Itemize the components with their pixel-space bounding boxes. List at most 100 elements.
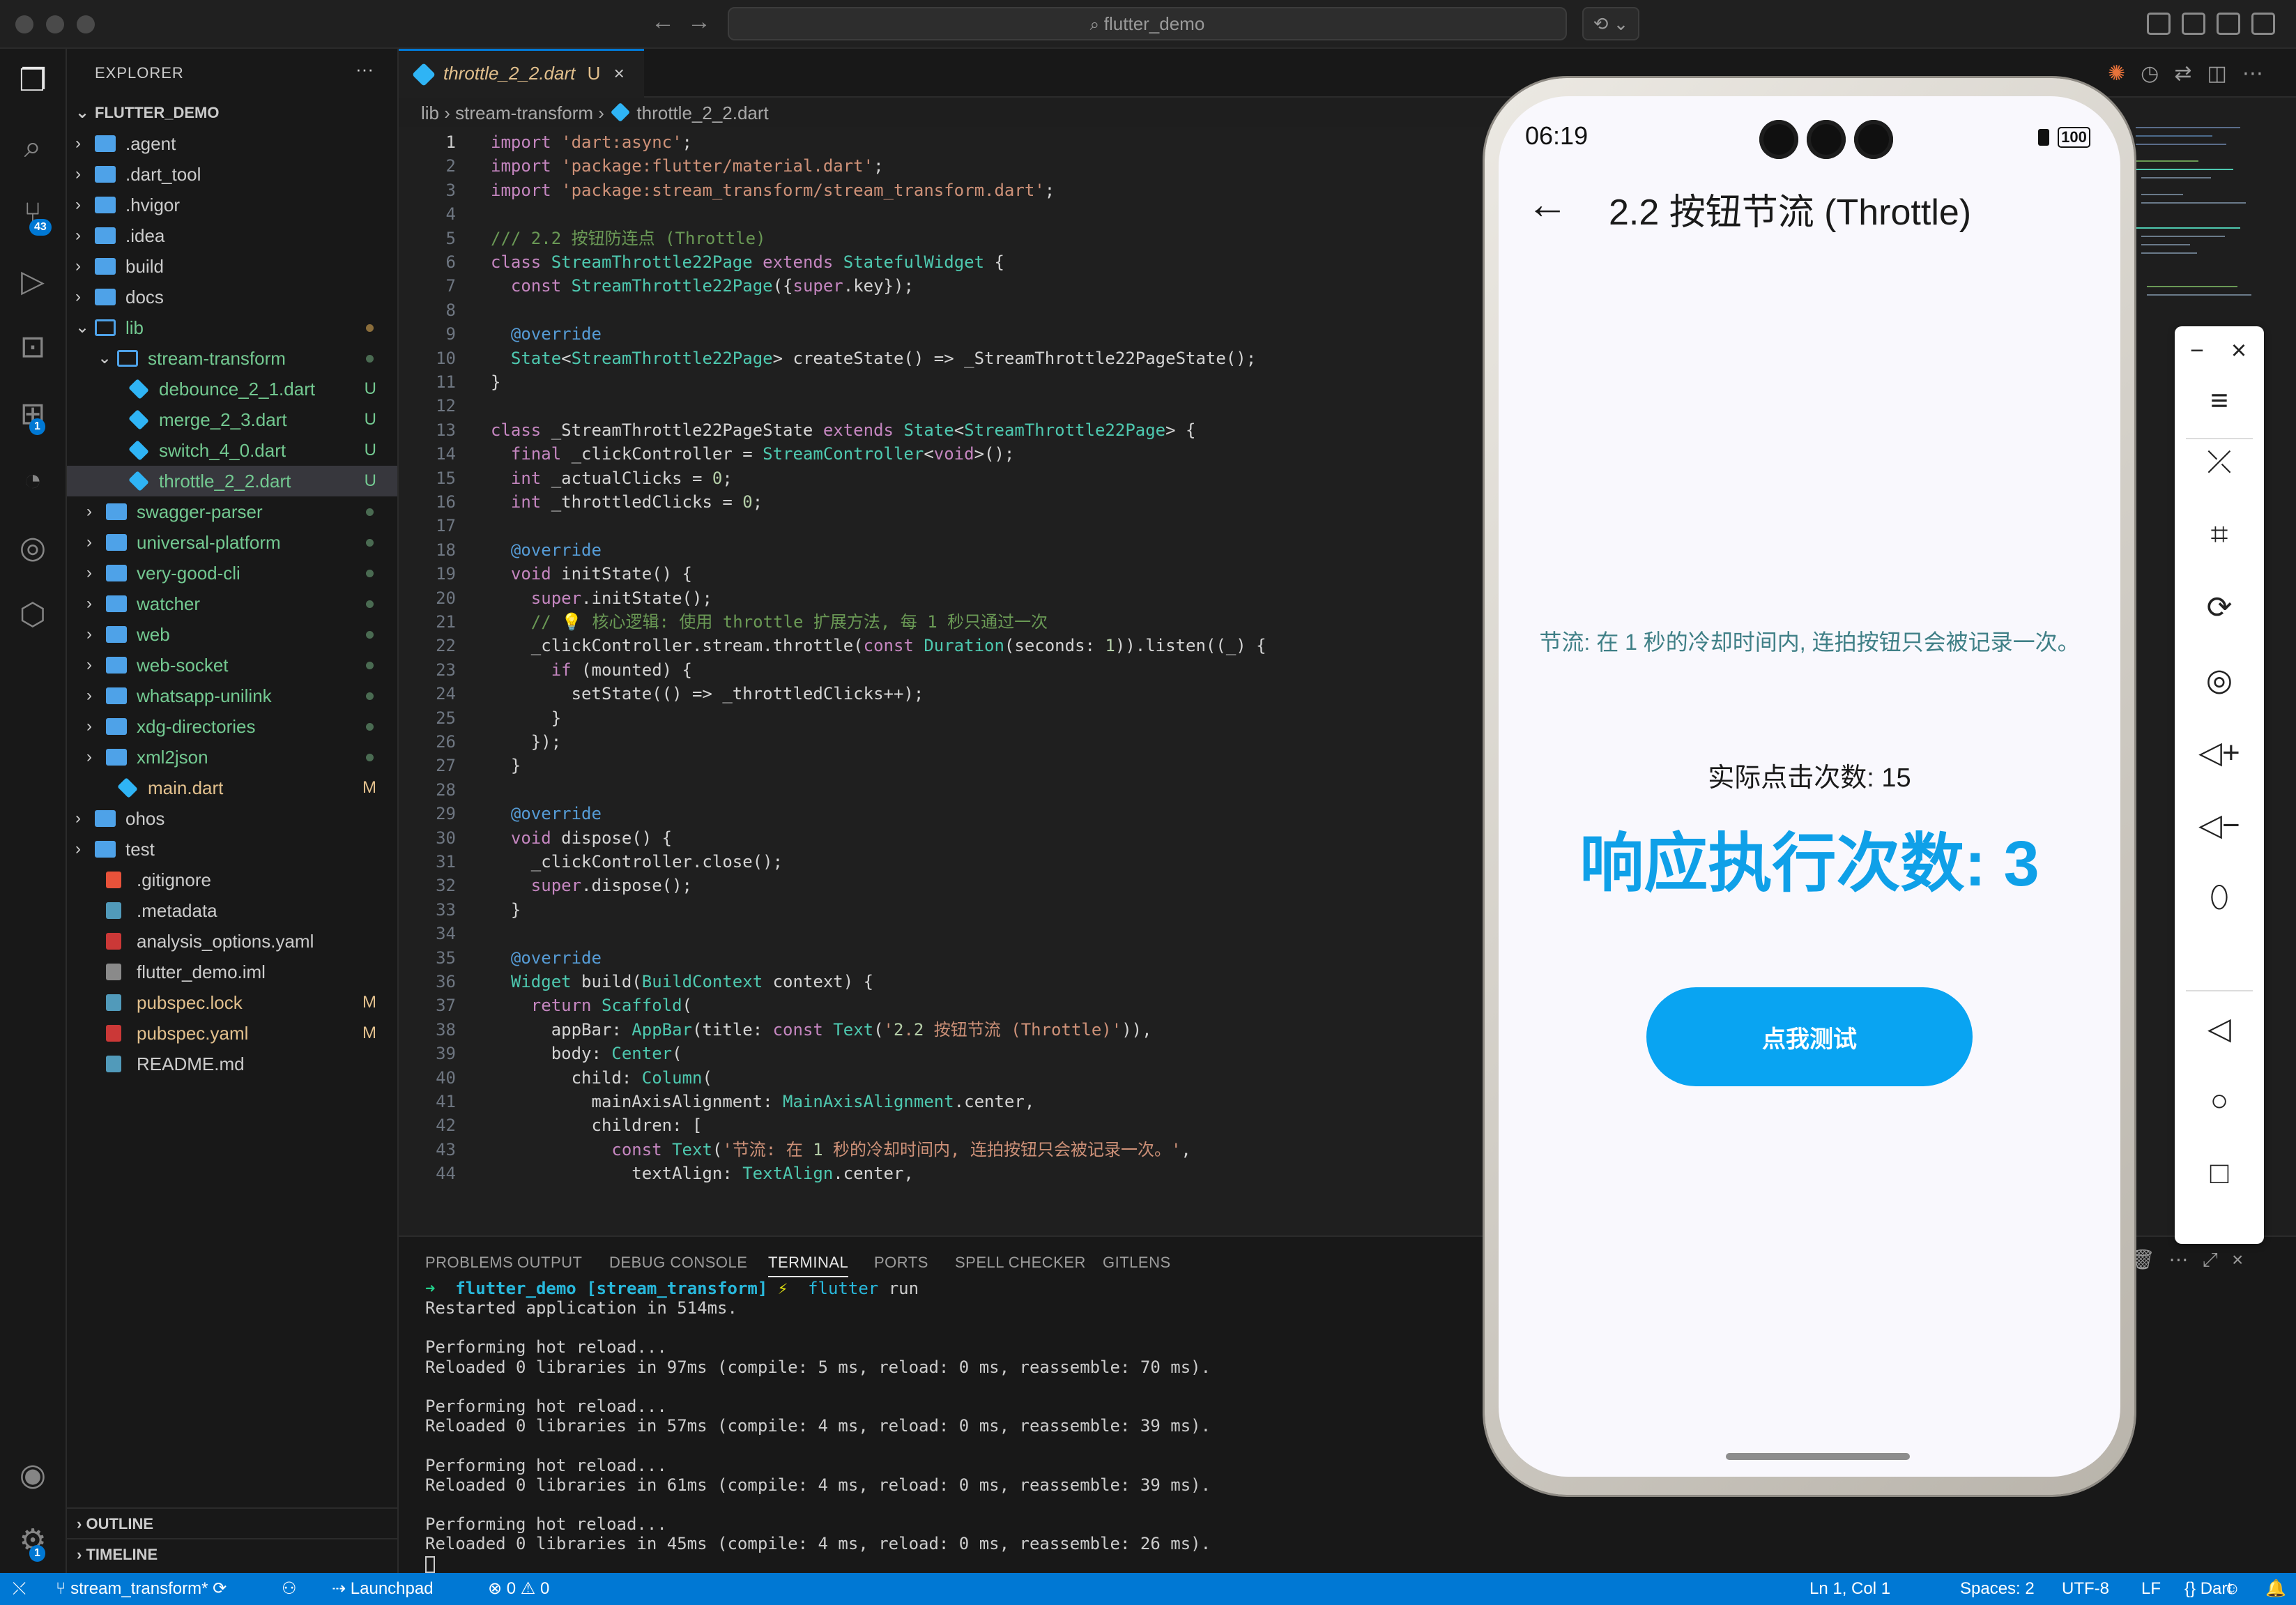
tree-item[interactable]: › whatsapp-unilink	[67, 680, 397, 711]
notifications-icon[interactable]: 🔔	[2265, 1573, 2286, 1605]
remote-icon[interactable]: ⤬	[13, 1573, 26, 1605]
compare-icon[interactable]: ⇄	[2174, 62, 2207, 85]
toggle-sidebar-icon[interactable]	[2182, 13, 2205, 35]
indentation[interactable]: Spaces: 2	[1960, 1573, 2035, 1605]
back-arrow-icon[interactable]: ←	[651, 8, 675, 36]
tree-item[interactable]: ⌄ lib	[67, 312, 397, 343]
tab-throttle-2-2[interactable]: throttle_2_2.dart U ×	[399, 49, 644, 98]
outline-section[interactable]: › OUTLINE	[67, 1507, 397, 1538]
back-arrow-icon[interactable]: ←	[1526, 180, 1568, 228]
tree-item[interactable]: debounce_2_1.dart U	[67, 374, 397, 404]
gitlens-inspect-icon[interactable]: ◎	[14, 528, 52, 566]
panel-tab[interactable]: OUTPUT	[517, 1254, 582, 1272]
split-editor-icon[interactable]: ◫	[2207, 62, 2242, 85]
minimize-window-button[interactable]	[46, 15, 64, 33]
pointer-off-icon[interactable]: ⤫	[2191, 438, 2247, 487]
tree-item[interactable]: › .idea	[67, 220, 397, 251]
trash-icon[interactable]: 🗑	[2130, 1249, 2169, 1270]
tree-item[interactable]: .gitignore	[67, 865, 397, 895]
search-icon[interactable]: ⌕	[14, 128, 52, 166]
timeline-section[interactable]: › TIMELINE	[67, 1538, 397, 1569]
tree-item[interactable]: › docs	[67, 282, 397, 312]
account-icon[interactable]: ◉	[14, 1456, 52, 1493]
command-center-search[interactable]: ⌕ flutter_demo	[728, 7, 1567, 40]
run-debug-icon[interactable]: ▷	[14, 262, 52, 300]
problems-indicator[interactable]: ⊗ 0 ⚠ 0	[488, 1573, 549, 1605]
tree-item[interactable]: throttle_2_2.dart U	[67, 466, 397, 496]
copilot-status-icon[interactable]: ☺	[2224, 1573, 2241, 1605]
tree-item[interactable]: pubspec.lock M	[67, 987, 397, 1018]
back-nav-icon[interactable]: ◁	[2191, 1004, 2247, 1053]
breadcrumb-file[interactable]: throttle_2_2.dart	[636, 102, 768, 123]
volume-up-icon[interactable]: ◁+	[2191, 728, 2247, 777]
breadcrumb-lib[interactable]: lib	[421, 102, 439, 123]
tree-item[interactable]: .metadata	[67, 895, 397, 926]
panel-tab[interactable]: DEBUG CONSOLE	[609, 1254, 747, 1272]
panel-tab[interactable]: GITLENS	[1103, 1254, 1171, 1272]
tree-item[interactable]: switch_4_0.dart U	[67, 435, 397, 466]
panel-tab[interactable]: PROBLEMS	[425, 1254, 513, 1272]
launchpad[interactable]: ⇢ Launchpad	[332, 1573, 434, 1605]
close-emulator-icon[interactable]: ×	[2219, 326, 2258, 375]
tree-item[interactable]: pubspec.yaml M	[67, 1018, 397, 1049]
breadcrumb-stream-transform[interactable]: stream-transform	[455, 102, 593, 123]
cursor-position[interactable]: Ln 1, Col 1	[1809, 1573, 1890, 1605]
explorer-icon[interactable]: ❐	[14, 61, 52, 99]
explorer-more-button[interactable]: ···	[355, 59, 374, 80]
remote-explorer-icon[interactable]: ⊡	[14, 328, 52, 365]
copilot-button[interactable]: ⟲ ⌄	[1582, 7, 1639, 40]
crop-icon[interactable]: ⌗	[2191, 510, 2247, 559]
tree-item[interactable]: › xdg-directories	[67, 711, 397, 742]
panel-more-icon[interactable]: ⋯	[2169, 1249, 2203, 1270]
minimize-emulator-icon[interactable]: −	[2178, 326, 2217, 375]
home-nav-icon[interactable]: ○	[2191, 1077, 2247, 1125]
forward-arrow-icon[interactable]: →	[687, 8, 711, 36]
close-panel-icon[interactable]: ×	[2232, 1249, 2257, 1270]
tree-item[interactable]: › .hvigor	[67, 190, 397, 220]
tree-item[interactable]: › very-good-cli	[67, 558, 397, 588]
workspace-root[interactable]: ⌄ FLUTTER_DEMO	[67, 98, 397, 128]
tree-item[interactable]: ⌄ stream-transform	[67, 343, 397, 374]
menu-icon[interactable]: ≡	[2191, 376, 2247, 425]
tree-item[interactable]: › build	[67, 251, 397, 282]
minimap[interactable]	[2136, 127, 2254, 336]
encoding[interactable]: UTF-8	[2062, 1573, 2109, 1605]
tree-item[interactable]: README.md	[67, 1049, 397, 1079]
volume-down-icon[interactable]: ◁−	[2191, 800, 2247, 849]
panel-tab[interactable]: TERMINAL	[768, 1254, 849, 1277]
recents-nav-icon[interactable]: □	[2191, 1149, 2247, 1198]
home-indicator[interactable]	[1726, 1453, 1910, 1460]
tree-item[interactable]: › swagger-parser	[67, 496, 397, 527]
tree-item[interactable]: › xml2json	[67, 742, 397, 773]
tree-item[interactable]: › .dart_tool	[67, 159, 397, 190]
timeline-icon[interactable]: ◷	[2141, 62, 2174, 85]
panel-tab[interactable]: SPELL CHECKER	[955, 1254, 1086, 1272]
gitlens-status-icon[interactable]: ⚇	[282, 1573, 297, 1605]
branch-indicator[interactable]: ⑂ stream_transform* ⟳	[56, 1573, 227, 1605]
code-editor[interactable]: 1 import 'dart:async'; 2 import 'package:fl…	[399, 127, 1485, 1235]
tree-item[interactable]: › .agent	[67, 128, 397, 159]
rotate-icon[interactable]: ⟳	[2191, 583, 2247, 632]
tree-item[interactable]: › ohos	[67, 803, 397, 834]
spark-icon[interactable]: ✺	[2108, 62, 2141, 85]
tree-item[interactable]: › web	[67, 619, 397, 650]
shake-icon[interactable]: ⬯	[2191, 873, 2247, 922]
more-actions-icon[interactable]: ⋯	[2242, 62, 2279, 85]
close-window-button[interactable]	[15, 15, 33, 33]
zoom-window-button[interactable]	[77, 15, 95, 33]
tree-item[interactable]: flutter_demo.iml	[67, 957, 397, 987]
toggle-panel-icon[interactable]	[2217, 13, 2240, 35]
test-button[interactable]: 点我测试	[1646, 987, 1973, 1086]
tree-item[interactable]: analysis_options.yaml	[67, 926, 397, 957]
tree-item[interactable]: › test	[67, 834, 397, 865]
toggle-secondary-sidebar-icon[interactable]	[2251, 13, 2275, 35]
line-ending[interactable]: LF	[2141, 1573, 2161, 1605]
panel-tab[interactable]: PORTS	[874, 1254, 928, 1272]
layout-icon[interactable]	[2147, 13, 2171, 35]
gitlens-icon[interactable]: ◔	[14, 462, 52, 499]
tree-item[interactable]: › web-socket	[67, 650, 397, 680]
tab-close-icon[interactable]: ×	[614, 63, 625, 84]
tree-item[interactable]: › universal-platform	[67, 527, 397, 558]
tree-item[interactable]: › watcher	[67, 588, 397, 619]
tree-item[interactable]: main.dart M	[67, 773, 397, 803]
